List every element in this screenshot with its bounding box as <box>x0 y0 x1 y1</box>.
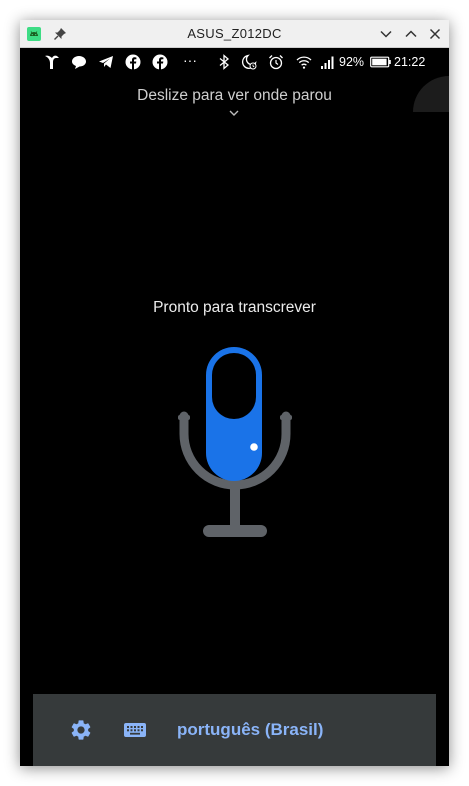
gear-icon[interactable] <box>69 718 93 742</box>
close-icon[interactable] <box>427 26 443 42</box>
maximize-icon[interactable] <box>403 26 419 42</box>
chat-bubble-icon <box>72 56 86 69</box>
wifi-icon <box>296 56 312 69</box>
swipe-hint[interactable]: Deslize para ver onde parou <box>20 87 449 105</box>
clock: 21:22 <box>394 55 426 69</box>
window-titlebar[interactable]: ASUS_Z012DC <box>20 20 449 48</box>
microphone-button[interactable] <box>175 344 295 544</box>
bluetooth-icon <box>219 54 230 70</box>
more-dots-icon: ··· <box>183 52 197 68</box>
telegram-icon <box>99 56 113 68</box>
language-selector[interactable]: português (Brasil) <box>177 720 323 740</box>
bird-app-icon <box>45 55 59 69</box>
chevron-down-icon[interactable] <box>227 108 241 118</box>
status-bar: ··· 92% 21:22 <box>20 49 449 75</box>
alarm-icon <box>269 55 283 70</box>
status-message: Pronto para transcrever <box>153 299 316 316</box>
facebook-icon <box>125 54 141 70</box>
emulator-window: ASUS_Z012DC ··· 92% 21:22 Deslize para v… <box>20 20 449 766</box>
battery-icon <box>370 56 391 68</box>
minimize-icon[interactable] <box>378 26 394 42</box>
bottom-bar: português (Brasil) <box>33 694 436 766</box>
do-not-disturb-icon <box>242 54 257 70</box>
signal-icon <box>321 56 334 69</box>
facebook-icon <box>152 54 168 70</box>
battery-percent: 92% <box>339 55 365 69</box>
keyboard-icon[interactable] <box>123 718 147 742</box>
